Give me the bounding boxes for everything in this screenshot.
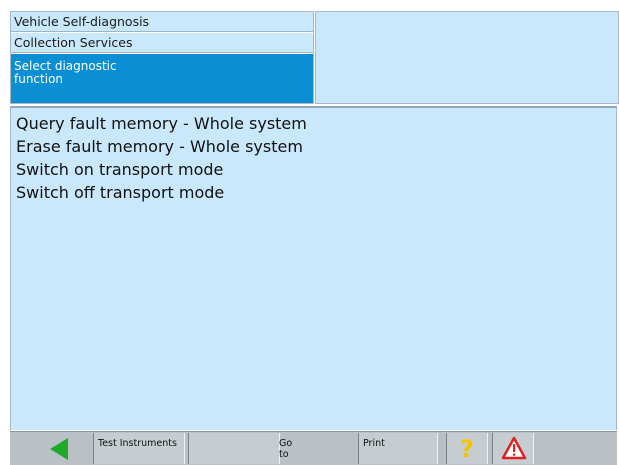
print-label: Print	[363, 438, 385, 449]
test-instruments-label: Test Instruments	[98, 438, 177, 449]
breadcrumb: Vehicle Self-diagnosis Collection Servic…	[10, 11, 314, 104]
breadcrumb-select-diagnostic-function[interactable]: Select diagnostic function	[11, 54, 313, 103]
warning-button[interactable]	[492, 433, 534, 464]
info-panel	[315, 11, 619, 104]
help-button[interactable]: ?	[446, 433, 488, 464]
goto-label: Go to	[279, 438, 293, 460]
breadcrumb-current-label: Select diagnostic function	[14, 59, 117, 86]
print-button[interactable]: Print	[358, 433, 438, 464]
breadcrumb-vehicle-self-diagnosis[interactable]: Vehicle Self-diagnosis	[11, 12, 313, 32]
function-erase-fault-memory[interactable]: Erase fault memory - Whole system	[16, 137, 303, 157]
test-instruments-button[interactable]: Test Instruments	[93, 433, 185, 464]
bottom-toolbar: Test Instruments Go to Print ?	[10, 431, 617, 465]
function-query-fault-memory[interactable]: Query fault memory - Whole system	[16, 114, 307, 134]
function-transport-mode-off[interactable]: Switch off transport mode	[16, 183, 224, 203]
back-arrow-icon	[50, 438, 68, 460]
breadcrumb-collection-services[interactable]: Collection Services	[11, 33, 313, 53]
help-icon: ?	[460, 435, 474, 463]
app-window: Vehicle Self-diagnosis Collection Servic…	[0, 0, 619, 465]
back-button[interactable]	[40, 433, 88, 464]
function-transport-mode-on[interactable]: Switch on transport mode	[16, 160, 223, 180]
warning-icon	[501, 436, 527, 460]
function-list: Query fault memory - Whole system Erase …	[10, 106, 617, 430]
goto-button[interactable]: Go to	[188, 433, 292, 464]
